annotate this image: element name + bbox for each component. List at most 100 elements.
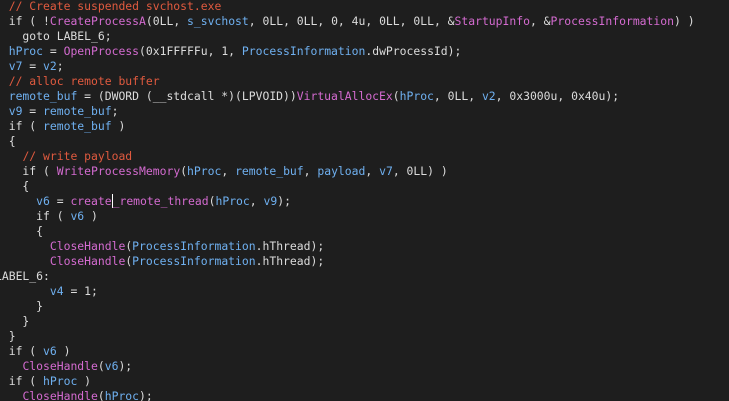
code-identifier[interactable]: v4: [50, 284, 64, 298]
code-identifier[interactable]: payload: [317, 164, 365, 178]
code-text: (0LL,: [145, 14, 188, 28]
code-line[interactable]: if ( remote_buf ): [0, 119, 126, 134]
code-line[interactable]: CloseHandle(ProcessInformation.hThread);: [0, 254, 324, 269]
code-identifier[interactable]: hProc: [43, 374, 77, 388]
code-identifier[interactable]: remote_buf: [235, 164, 304, 178]
code-line[interactable]: LABEL_6:: [0, 269, 50, 284]
code-identifier[interactable]: hProc: [105, 389, 139, 401]
code-function[interactable]: OpenProcess: [64, 44, 139, 58]
code-line[interactable]: }: [0, 329, 16, 344]
code-line[interactable]: CloseHandle(hProc);: [0, 389, 153, 401]
code-identifier[interactable]: v6: [105, 359, 119, 373]
code-text: ): [77, 374, 92, 388]
code-line[interactable]: v9 = remote_buf;: [0, 104, 119, 119]
code-line[interactable]: if ( WriteProcessMemory(hProc, remote_bu…: [0, 164, 448, 179]
code-comment: // alloc remote buffer: [8, 74, 160, 88]
code-text: , 0x3000u, 0x40u);: [495, 89, 620, 103]
code-line[interactable]: remote_buf = (DWORD (__stdcall *)(LPVOID…: [0, 89, 619, 104]
code-text: ,: [249, 194, 264, 208]
code-line[interactable]: hProc = OpenProcess(0x1FFFFFu, 1, Proces…: [0, 44, 462, 59]
code-line[interactable]: v4 = 1;: [0, 284, 98, 299]
code-line[interactable]: }: [0, 299, 43, 314]
code-function[interactable]: CloseHandle: [50, 254, 125, 268]
code-function[interactable]: CloseHandle: [22, 389, 97, 401]
code-identifier[interactable]: v6: [36, 194, 50, 208]
code-identifier[interactable]: v9: [9, 104, 23, 118]
code-text: if (: [8, 374, 37, 388]
code-function[interactable]: ProcessInformation: [551, 14, 674, 28]
code-line[interactable]: CloseHandle(ProcessInformation.hThread);: [0, 239, 324, 254]
code-line[interactable]: {: [0, 179, 29, 194]
code-identifier[interactable]: remote_buf: [43, 104, 112, 118]
code-identifier[interactable]: hProc: [9, 44, 43, 58]
code-text: if (: [8, 344, 37, 358]
code-text: LABEL_6:: [0, 269, 50, 283]
code-line[interactable]: // Create suspended svchost.exe: [0, 0, 222, 14]
code-line[interactable]: CloseHandle(v6);: [0, 359, 132, 374]
code-text: , 0LL) ): [392, 164, 448, 178]
code-text: = 1;: [63, 284, 98, 298]
code-text: {: [36, 224, 44, 238]
code-text: =: [22, 59, 44, 73]
code-text: , 0LL, 0LL, 0, 4u, 0LL, 0LL, &: [248, 14, 455, 28]
code-line[interactable]: if ( !CreateProcessA(0LL, s_svchost, 0LL…: [0, 14, 695, 29]
code-text: , 0LL,: [433, 89, 482, 103]
code-text: {: [8, 134, 16, 148]
code-line[interactable]: if ( v6 ): [0, 344, 71, 359]
code-identifier[interactable]: v2: [43, 59, 57, 73]
code-function[interactable]: StartupInfo: [455, 14, 530, 28]
code-text: =: [43, 44, 64, 58]
code-function[interactable]: create: [70, 194, 111, 208]
code-function[interactable]: CloseHandle: [50, 239, 125, 253]
code-line[interactable]: if ( hProc ): [0, 374, 91, 389]
code-identifier[interactable]: s_svchost: [187, 14, 249, 28]
code-line[interactable]: {: [0, 134, 16, 149]
code-function[interactable]: CreateProcessA: [50, 14, 146, 28]
code-identifier[interactable]: v6: [70, 209, 84, 223]
code-function[interactable]: CloseHandle: [22, 359, 97, 373]
code-comment: // write payload: [22, 149, 133, 163]
code-text: (: [97, 359, 105, 373]
code-line[interactable]: // write payload: [0, 149, 132, 164]
code-text: if (: [0, 164, 57, 178]
code-text: }: [22, 314, 30, 328]
code-text: , &: [529, 14, 551, 28]
code-line[interactable]: v7 = v2;: [0, 59, 64, 74]
code-identifier[interactable]: v7: [9, 59, 23, 73]
code-line[interactable]: goto LABEL_6;: [0, 29, 111, 44]
code-function[interactable]: WriteProcessMemory: [57, 164, 180, 178]
code-identifier[interactable]: remote_buf: [9, 89, 78, 103]
code-identifier[interactable]: v7: [379, 164, 393, 178]
code-identifier[interactable]: v6: [43, 344, 57, 358]
code-line[interactable]: // alloc remote buffer: [0, 74, 160, 89]
code-identifier[interactable]: v2: [482, 89, 496, 103]
code-function[interactable]: VirtualAllocEx: [297, 89, 393, 103]
code-identifier[interactable]: ProcessInformation: [242, 44, 365, 58]
code-identifier[interactable]: ProcessInformation: [132, 239, 255, 253]
code-text: if ( !: [0, 14, 50, 28]
code-text: }: [8, 329, 16, 343]
code-line[interactable]: v6 = create_remote_thread(hProc, v9);: [0, 194, 291, 209]
code-identifier[interactable]: ProcessInformation: [132, 254, 255, 268]
code-text: =: [49, 194, 71, 208]
code-text: ,: [365, 164, 380, 178]
code-identifier[interactable]: hProc: [400, 89, 434, 103]
code-identifier[interactable]: v9: [264, 194, 278, 208]
code-function[interactable]: _remote_thread: [113, 194, 209, 208]
code-text: ,: [303, 164, 318, 178]
code-text: );: [139, 389, 153, 401]
code-text: }: [36, 299, 44, 313]
code-identifier[interactable]: hProc: [215, 194, 249, 208]
code-line[interactable]: {: [0, 224, 43, 239]
code-identifier[interactable]: hProc: [187, 164, 221, 178]
code-line[interactable]: if ( v6 ): [0, 209, 98, 224]
code-identifier[interactable]: remote_buf: [43, 119, 112, 133]
pseudocode-view[interactable]: // Create suspended svchost.exe if ( !Cr…: [0, 0, 729, 401]
code-line[interactable]: }: [0, 314, 29, 329]
